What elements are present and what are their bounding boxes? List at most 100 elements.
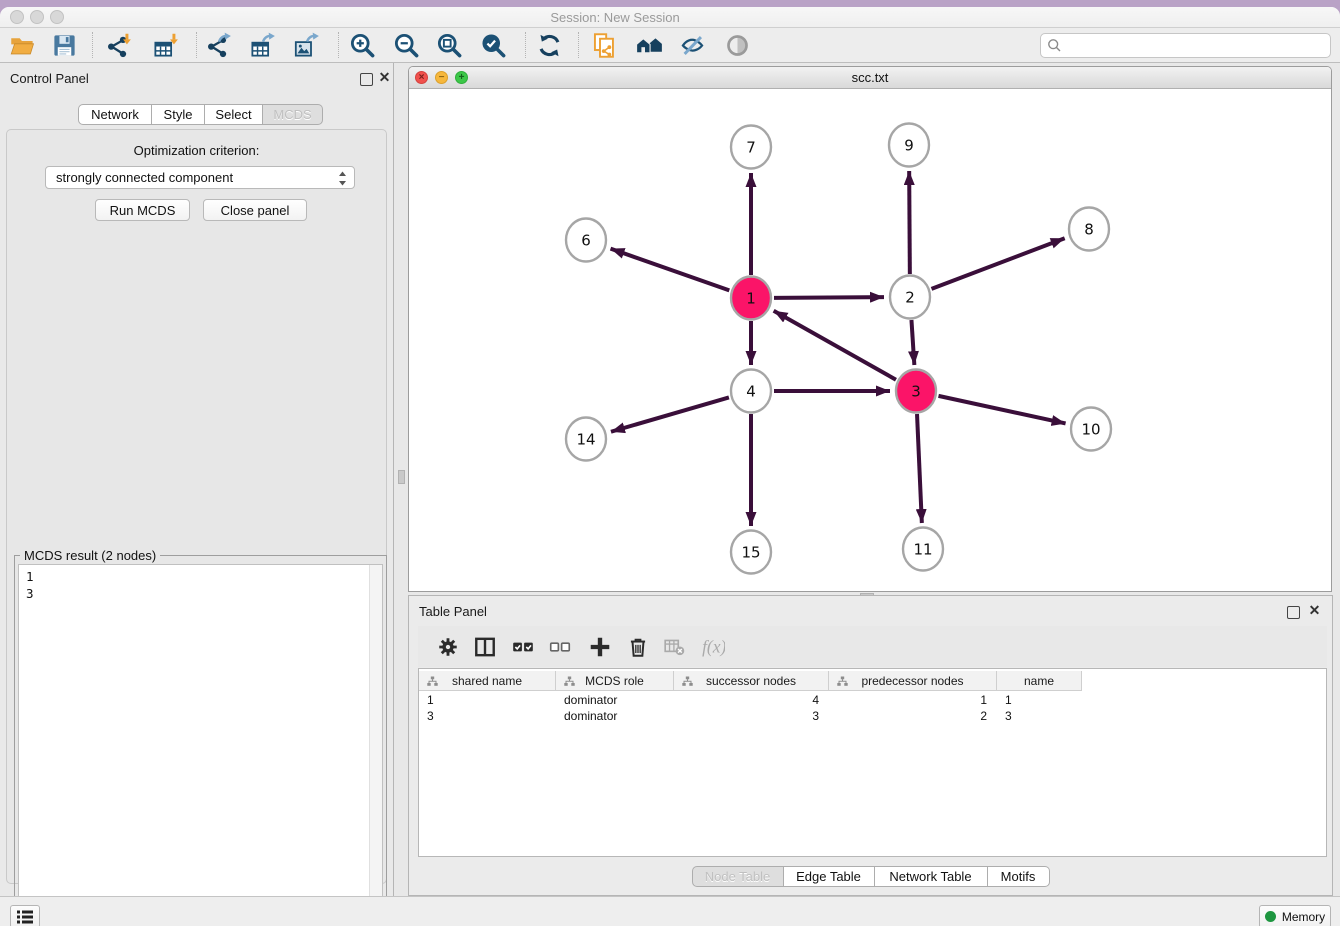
- control-panel-float-icon[interactable]: [360, 73, 373, 86]
- graph-edge-2-3[interactable]: [911, 320, 914, 365]
- graph-node-7[interactable]: 7: [731, 126, 771, 169]
- hide-selected-icon[interactable]: [679, 32, 706, 59]
- mcds-result-text[interactable]: 13: [18, 564, 383, 926]
- search-box[interactable]: [1040, 33, 1331, 58]
- tab-node-table[interactable]: Node Table: [692, 866, 784, 887]
- import-network-icon[interactable]: [105, 32, 132, 59]
- cell-successor-nodes[interactable]: 3: [674, 708, 829, 724]
- svg-text:1: 1: [746, 289, 756, 307]
- zoom-out-icon[interactable]: [393, 32, 420, 59]
- window-close-icon[interactable]: [10, 10, 24, 24]
- first-neighbors-icon[interactable]: [636, 32, 663, 59]
- show-all-icon[interactable]: [724, 32, 751, 59]
- cell-shared-name[interactable]: 3: [419, 708, 556, 724]
- network-window-title-bar[interactable]: × − + scc.txt: [409, 67, 1331, 89]
- graph-node-6[interactable]: 6: [566, 219, 606, 262]
- zoom-in-icon[interactable]: [349, 32, 376, 59]
- column-header-predecessor-nodes[interactable]: predecessor nodes: [829, 671, 997, 691]
- tab-edge-table[interactable]: Edge Table: [784, 866, 875, 887]
- graph-node-1[interactable]: 1: [731, 277, 771, 320]
- column-header-MCDS-role[interactable]: MCDS role: [556, 671, 674, 691]
- svg-text:11: 11: [913, 540, 932, 558]
- zoom-selected-icon[interactable]: [480, 32, 507, 59]
- tab-network[interactable]: Network: [78, 104, 152, 125]
- cell-predecessor-nodes[interactable]: 2: [829, 708, 997, 724]
- tab-network-table[interactable]: Network Table: [875, 866, 988, 887]
- select-all-icon[interactable]: [511, 635, 535, 659]
- cell-MCDS-role[interactable]: dominator: [556, 692, 674, 708]
- graph-edge-4-14[interactable]: [611, 397, 729, 431]
- export-image-icon[interactable]: [293, 32, 320, 59]
- table-panel: Table Panel ✕ f(x) shared name MCDS role…: [408, 595, 1333, 896]
- add-column-icon[interactable]: [588, 635, 612, 659]
- show-panels-button[interactable]: [10, 905, 40, 926]
- zoom-fit-icon[interactable]: [436, 32, 463, 59]
- cell-predecessor-nodes[interactable]: 1: [829, 692, 997, 708]
- list-icon: [16, 909, 34, 925]
- table-settings-icon[interactable]: [436, 635, 460, 659]
- column-header-shared-name[interactable]: shared name: [419, 671, 556, 691]
- new-network-from-selection-icon[interactable]: [591, 32, 618, 59]
- table-row[interactable]: 1dominator411: [419, 692, 1082, 708]
- delete-table-icon: [663, 635, 687, 659]
- application-window: Session: New Session Control Panel ✕ Net…: [0, 7, 1340, 926]
- export-network-icon[interactable]: [205, 32, 232, 59]
- open-session-icon[interactable]: [9, 32, 36, 59]
- node-table: shared name MCDS role successor nodes pr…: [418, 668, 1327, 857]
- graph-node-9[interactable]: 9: [889, 124, 929, 167]
- result-scrollbar[interactable]: [369, 565, 382, 926]
- column-visibility-icon[interactable]: [473, 635, 497, 659]
- tab-motifs[interactable]: Motifs: [988, 866, 1050, 887]
- column-header-successor-nodes[interactable]: successor nodes: [674, 671, 829, 691]
- control-panel-title: Control Panel: [10, 71, 89, 86]
- delete-column-icon[interactable]: [626, 635, 650, 659]
- graph-node-2[interactable]: 2: [890, 276, 930, 319]
- save-session-icon[interactable]: [51, 32, 78, 59]
- tab-select[interactable]: Select: [205, 104, 263, 125]
- cell-name[interactable]: 3: [997, 708, 1082, 724]
- graph-node-4[interactable]: 4: [731, 370, 771, 413]
- export-table-icon[interactable]: [249, 32, 276, 59]
- cell-MCDS-role[interactable]: dominator: [556, 708, 674, 724]
- tab-mcds[interactable]: MCDS: [263, 104, 323, 125]
- graph-edge-1-2[interactable]: [774, 297, 884, 298]
- control-panel-close-icon[interactable]: ✕: [378, 71, 391, 84]
- graph-edge-3-10[interactable]: [938, 396, 1065, 424]
- deselect-all-icon[interactable]: [548, 635, 572, 659]
- cell-successor-nodes[interactable]: 4: [674, 692, 829, 708]
- refresh-network-icon[interactable]: [536, 32, 563, 59]
- column-header-label: successor nodes: [706, 674, 796, 688]
- graph-node-14[interactable]: 14: [566, 418, 606, 461]
- network-canvas[interactable]: 7 9 6 8 1 2 4 3 14 10 15 11: [409, 89, 1331, 592]
- graph-edge-2-9[interactable]: [909, 171, 910, 274]
- graph-node-11[interactable]: 11: [903, 528, 943, 571]
- optimization-criterion-value: strongly connected component: [56, 170, 233, 185]
- window-zoom-icon[interactable]: [50, 10, 64, 24]
- table-row[interactable]: 3dominator323: [419, 708, 1082, 724]
- cell-shared-name[interactable]: 1: [419, 692, 556, 708]
- optimization-criterion-select[interactable]: strongly connected component: [45, 166, 355, 189]
- run-mcds-button[interactable]: Run MCDS: [95, 199, 190, 221]
- graph-edge-3-11[interactable]: [917, 414, 922, 523]
- vertical-splitter-handle[interactable]: [398, 470, 405, 484]
- window-minimize-icon[interactable]: [30, 10, 44, 24]
- table-panel-close-icon[interactable]: ✕: [1308, 604, 1321, 617]
- graph-node-10[interactable]: 10: [1071, 408, 1111, 451]
- column-header-name[interactable]: name: [997, 671, 1082, 691]
- column-header-label: name: [1024, 674, 1054, 688]
- svg-text:6: 6: [581, 231, 591, 249]
- graph-node-8[interactable]: 8: [1069, 208, 1109, 251]
- column-header-label: MCDS role: [585, 674, 644, 688]
- search-input[interactable]: [1062, 36, 1330, 56]
- graph-edge-2-8[interactable]: [932, 238, 1065, 289]
- graph-node-3[interactable]: 3: [896, 370, 936, 413]
- graph-edge-3-1[interactable]: [774, 311, 896, 380]
- cell-name[interactable]: 1: [997, 692, 1082, 708]
- memory-button[interactable]: Memory: [1259, 905, 1331, 926]
- close-panel-button[interactable]: Close panel: [203, 199, 307, 221]
- table-panel-float-icon[interactable]: [1287, 606, 1300, 619]
- graph-edge-1-6[interactable]: [611, 249, 730, 291]
- graph-node-15[interactable]: 15: [731, 531, 771, 574]
- import-table-icon[interactable]: [152, 32, 179, 59]
- tab-style[interactable]: Style: [152, 104, 205, 125]
